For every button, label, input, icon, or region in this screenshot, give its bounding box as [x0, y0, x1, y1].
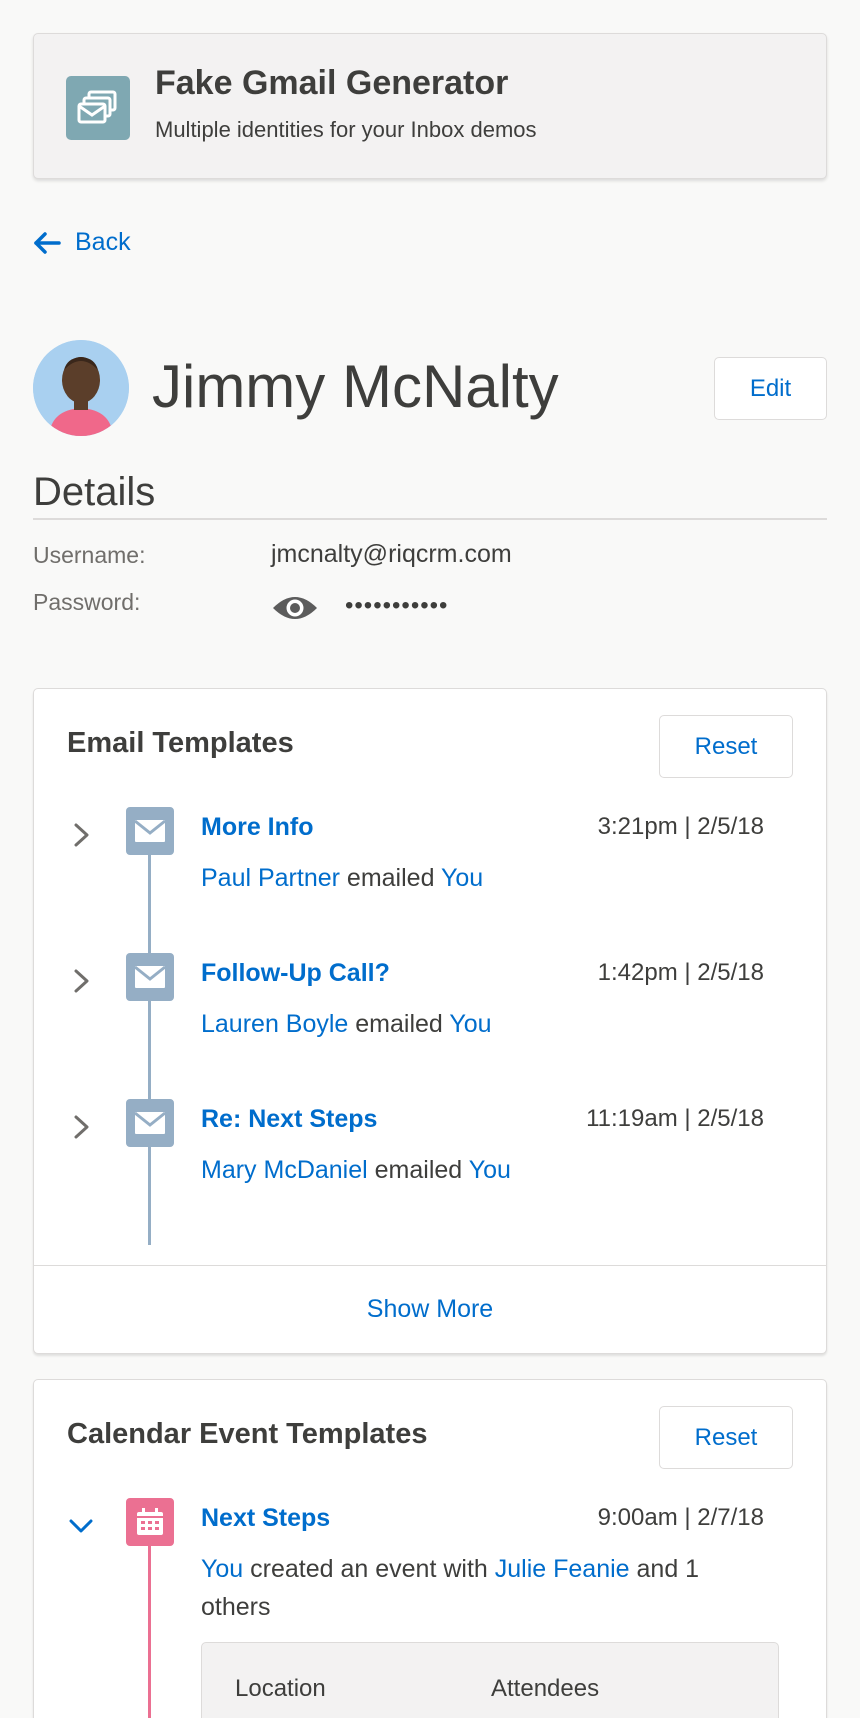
recipient-link[interactable]: You — [449, 1010, 491, 1038]
chevron-right-icon[interactable] — [70, 821, 94, 849]
email-timestamp: 11:19am | 2/5/18 — [586, 1105, 764, 1132]
timeline-connector — [148, 855, 151, 953]
email-timestamp: 3:21pm | 2/5/18 — [597, 813, 764, 840]
eye-icon[interactable] — [271, 592, 319, 629]
calendar-templates-card: Calendar Event Templates Reset Next Step… — [33, 1379, 827, 1718]
app-header: Fake Gmail Generator Multiple identities… — [33, 33, 827, 179]
timeline-connector — [148, 1147, 151, 1245]
back-label: Back — [75, 228, 131, 256]
email-subject-link[interactable]: More Info — [201, 813, 314, 842]
action-text: emailed — [346, 864, 435, 892]
username-label: Username: — [33, 542, 146, 568]
show-more-row: Show More — [34, 1265, 826, 1353]
email-reset-button[interactable]: Reset — [659, 715, 793, 778]
calendar-reset-button[interactable]: Reset — [659, 1406, 793, 1469]
timeline-connector — [148, 1546, 151, 1718]
email-description: Lauren Boyle emailed You — [201, 1005, 761, 1043]
divider — [33, 518, 827, 520]
action-text: emailed — [355, 1010, 443, 1038]
password-label: Password: — [33, 589, 141, 615]
email-timestamp: 1:42pm | 2/5/18 — [597, 959, 764, 986]
stacked-mail-icon — [66, 76, 130, 140]
attendees-label: Attendees — [491, 1675, 600, 1702]
details-heading: Details — [33, 470, 156, 514]
email-icon — [126, 1099, 174, 1147]
password-value: ••••••••••• — [345, 592, 449, 619]
app-subtitle: Multiple identities for your Inbox demos — [155, 117, 537, 142]
avatar — [33, 340, 129, 436]
email-subject-link[interactable]: Follow-Up Call? — [201, 959, 390, 988]
email-icon — [126, 807, 174, 855]
arrow-left-icon — [34, 231, 61, 254]
chevron-right-icon[interactable] — [70, 1113, 94, 1141]
action-text: created an event with — [250, 1555, 488, 1583]
timeline-connector — [148, 1001, 151, 1099]
email-description: Paul Partner emailed You — [201, 859, 761, 897]
chevron-right-icon[interactable] — [70, 967, 94, 995]
sender-link[interactable]: Mary McDaniel — [201, 1156, 368, 1184]
chevron-down-icon[interactable] — [67, 1512, 95, 1540]
event-description: You created an event with Julie Feanie a… — [201, 1550, 761, 1626]
location-label: Location — [235, 1675, 326, 1702]
invitee-link[interactable]: Julie Feanie — [495, 1555, 630, 1583]
profile-name: Jimmy McNalty — [152, 353, 559, 420]
email-timeline-item: Re: Next Steps 11:19am | 2/5/18 Mary McD… — [34, 1099, 828, 1245]
event-details-panel: Location Attendees — [201, 1642, 779, 1718]
calendar-templates-title: Calendar Event Templates — [67, 1418, 428, 1450]
username-value: jmcnalty@riqcrm.com — [271, 540, 512, 568]
action-text: emailed — [374, 1156, 463, 1184]
edit-button[interactable]: Edit — [714, 357, 827, 420]
recipient-link[interactable]: You — [469, 1156, 511, 1184]
sender-link[interactable]: Lauren Boyle — [201, 1010, 348, 1038]
email-description: Mary McDaniel emailed You — [201, 1151, 761, 1189]
app-title: Fake Gmail Generator — [155, 64, 509, 102]
actor-link[interactable]: You — [201, 1555, 243, 1583]
email-icon — [126, 953, 174, 1001]
event-timestamp: 9:00am | 2/7/18 — [597, 1504, 764, 1531]
email-subject-link[interactable]: Re: Next Steps — [201, 1105, 377, 1134]
email-templates-card: Email Templates Reset More Info 3:21pm |… — [33, 688, 827, 1354]
email-templates-title: Email Templates — [67, 727, 294, 759]
email-timeline-item: More Info 3:21pm | 2/5/18 Paul Partner e… — [34, 807, 828, 953]
sender-link[interactable]: Paul Partner — [201, 864, 340, 892]
event-subject-link[interactable]: Next Steps — [201, 1504, 330, 1533]
email-timeline-item: Follow-Up Call? 1:42pm | 2/5/18 Lauren B… — [34, 953, 828, 1099]
show-more-button[interactable]: Show More — [367, 1295, 493, 1324]
recipient-link[interactable]: You — [441, 864, 483, 892]
back-link[interactable]: Back — [33, 228, 131, 257]
calendar-icon — [126, 1498, 174, 1546]
